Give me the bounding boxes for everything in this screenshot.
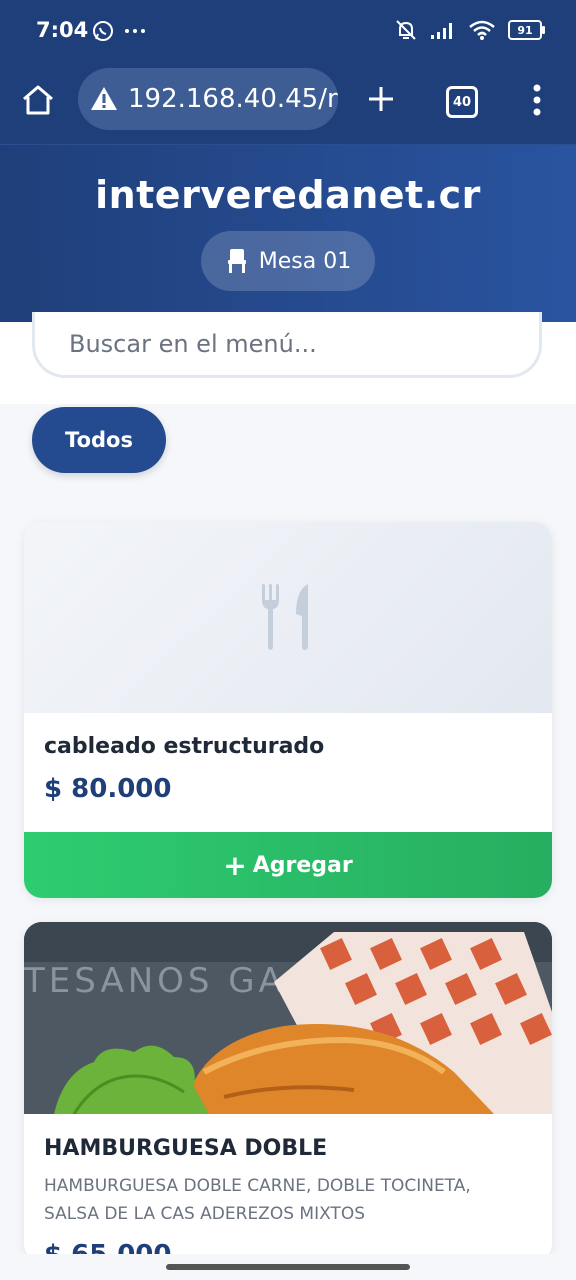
status-time: 7:04 (36, 18, 89, 42)
gesture-handle[interactable] (166, 1264, 410, 1270)
product-name: cableado estructurado (44, 734, 325, 759)
home-icon[interactable] (20, 82, 56, 118)
table-label: Mesa 01 (258, 248, 352, 274)
url-text: 192.168.40.45/m (128, 84, 338, 114)
utensils-icon (262, 584, 308, 650)
category-todos-button[interactable]: Todos (32, 407, 166, 473)
address-bar[interactable]: 192.168.40.45/m (78, 68, 338, 130)
status-bar: 7:04 91 (0, 0, 576, 62)
product-description: HAMBURGUESA DOBLE CARNE, DOBLE TOCINETA,… (44, 1176, 471, 1224)
mute-icon (396, 20, 416, 40)
browser-menu-icon[interactable] (526, 82, 548, 118)
chair-icon (227, 249, 246, 273)
burger-image: TESANOS GA (24, 922, 552, 1114)
new-tab-icon[interactable] (362, 80, 400, 118)
warning-icon (91, 87, 117, 110)
signal-icon (431, 23, 452, 39)
gesture-bar (0, 1254, 576, 1280)
battery-icon: 91 (508, 20, 545, 40)
plus-icon: + (223, 848, 247, 882)
product-card: cableado estructurado $ 80.000 + Agregar (24, 522, 552, 898)
browser-toolbar: 192.168.40.45/m 40 (0, 62, 576, 145)
burger-photo: TESANOS GA (24, 922, 552, 1114)
product-name: HAMBURGUESA DOBLE (44, 1136, 328, 1161)
wifi-icon (469, 20, 495, 40)
product-card: TESANOS GA HAMBURGUESA DOBLE HAMBURGUESA… (24, 922, 552, 1262)
tab-switcher-button[interactable]: 40 (446, 86, 478, 118)
search-input[interactable]: Buscar en el menú... (32, 312, 542, 378)
site-title: interveredanet.cr (95, 173, 481, 217)
table-badge: Mesa 01 (201, 231, 375, 291)
site-header: interveredanet.cr Mesa 01 (0, 145, 576, 322)
add-to-cart-button[interactable]: + Agregar (24, 832, 552, 898)
photo-sign-text: TESANOS GA (24, 961, 286, 1001)
search-section: Buscar en el menú... (0, 312, 576, 404)
more-dots-icon (125, 29, 145, 33)
product-image-placeholder (24, 522, 552, 713)
product-price: $ 80.000 (44, 774, 172, 804)
whatsapp-icon (93, 21, 113, 41)
add-button-label: Agregar (252, 852, 353, 878)
